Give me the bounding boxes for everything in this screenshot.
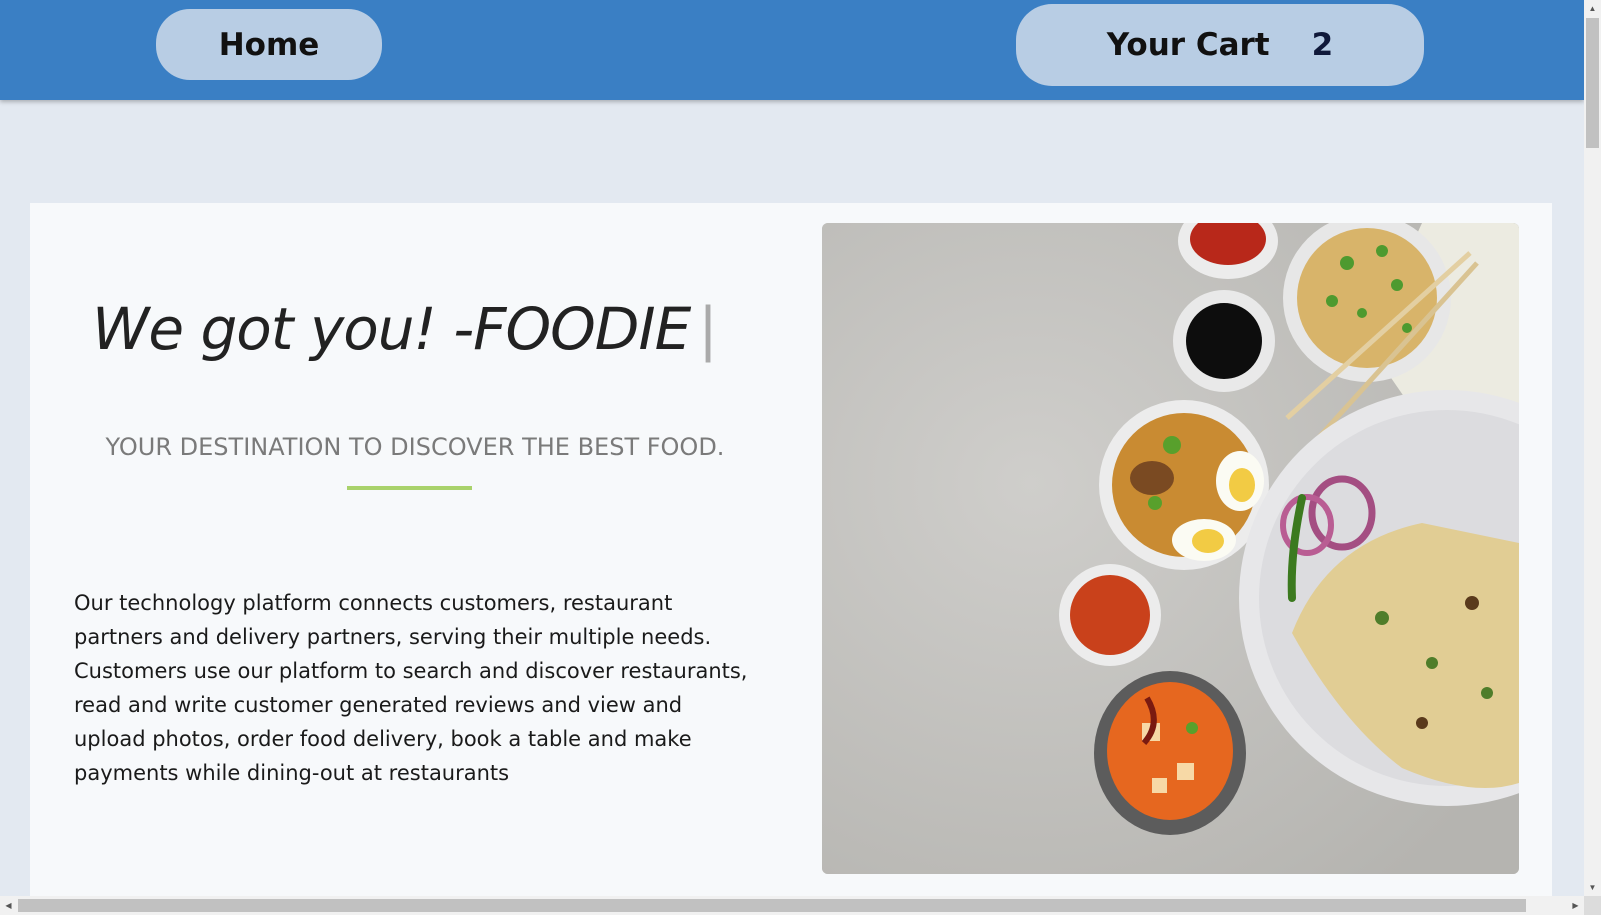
horizontal-scrollbar[interactable]: ◀ ▶ xyxy=(0,896,1584,915)
hero-description: Our technology platform connects custome… xyxy=(74,591,748,785)
cart-button[interactable]: Your Cart 2 xyxy=(1016,4,1424,86)
cart-button-label: Your Cart xyxy=(1106,27,1270,63)
hero-title: We got you! -FOODIE | xyxy=(92,295,718,363)
typing-cursor: | xyxy=(698,295,718,363)
food-photo xyxy=(822,223,1519,874)
arrow-down-icon[interactable]: ▼ xyxy=(1584,879,1601,896)
scrollbar-corner xyxy=(1584,896,1601,915)
horizontal-scrollbar-thumb[interactable] xyxy=(18,899,1526,912)
arrow-right-icon[interactable]: ▶ xyxy=(1567,896,1584,915)
arrow-left-icon[interactable]: ◀ xyxy=(0,896,17,915)
hero-title-text: We got you! -FOODIE xyxy=(92,295,691,363)
hero-card: We got you! -FOODIE | YOUR DESTINATION TO… xyxy=(30,203,1552,915)
tagline-divider xyxy=(347,486,472,490)
hero-tagline: YOUR DESTINATION TO DISCOVER THE BEST FO… xyxy=(105,433,725,461)
home-button-label: Home xyxy=(218,26,320,63)
vertical-scrollbar-thumb[interactable] xyxy=(1586,18,1599,148)
top-navbar: Home Your Cart 2 xyxy=(0,0,1584,100)
home-button[interactable]: Home xyxy=(156,9,382,80)
vertical-scrollbar[interactable]: ▲ ▼ xyxy=(1584,0,1601,896)
cart-count-badge: 2 xyxy=(1311,27,1334,63)
arrow-up-icon[interactable]: ▲ xyxy=(1584,0,1601,17)
